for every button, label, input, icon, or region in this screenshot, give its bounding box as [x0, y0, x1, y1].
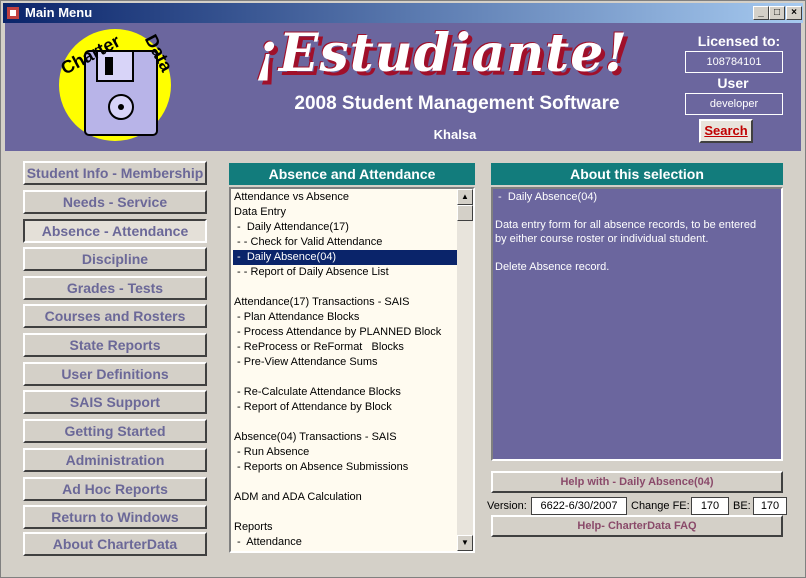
- list-item[interactable]: - - Report of Daily Absence List: [233, 265, 460, 280]
- be-label: BE:: [733, 500, 751, 512]
- version-field: 6622-6/30/2007: [531, 497, 627, 515]
- list-item[interactable]: [233, 475, 460, 490]
- nav-button-8[interactable]: SAIS Support: [23, 390, 207, 414]
- list-item[interactable]: - Reports on Absence Submissions: [233, 460, 460, 475]
- help-with-button[interactable]: Help with - Daily Absence(04): [491, 471, 783, 493]
- nav-button-6[interactable]: State Reports: [23, 333, 207, 357]
- list-item[interactable]: [233, 280, 460, 295]
- scroll-thumb[interactable]: [457, 205, 473, 221]
- list-item[interactable]: Reports: [233, 520, 460, 535]
- list-item[interactable]: - Process Attendance by PLANNED Block: [233, 325, 460, 340]
- main-menu-window: Main Menu _ □ × Charter Data ¡Estudiante…: [0, 0, 806, 578]
- about-panel-title: About this selection: [491, 163, 783, 185]
- about-line: [495, 246, 779, 260]
- maximize-icon: □: [773, 7, 781, 18]
- brand-title: ¡Estudiante!: [255, 23, 629, 84]
- close-button[interactable]: ×: [786, 6, 802, 20]
- list-item[interactable]: - Report of Attendance by Block: [233, 400, 460, 415]
- change-fe-field: 170: [691, 497, 729, 515]
- nav-button-10[interactable]: Administration: [23, 448, 207, 472]
- user-value: developer: [685, 93, 783, 115]
- licensed-value: 108784101: [685, 51, 783, 73]
- be-field: 170: [753, 497, 787, 515]
- listbox-scrollbar[interactable]: ▲ ▼: [457, 189, 473, 551]
- nav-button-2[interactable]: Absence - Attendance: [23, 219, 207, 243]
- about-line: Delete Absence record.: [495, 261, 610, 273]
- list-item[interactable]: - Attendance Exceptions Report: [233, 550, 460, 551]
- chartadata-logo: Charter Data: [57, 29, 177, 141]
- list-item[interactable]: [233, 505, 460, 520]
- list-item[interactable]: - Pre-View Attendance Sums: [233, 355, 460, 370]
- list-item[interactable]: - Daily Absence(04): [233, 250, 460, 265]
- change-fe-label: Change FE:: [631, 500, 690, 512]
- nav-button-5[interactable]: Courses and Rosters: [23, 304, 207, 328]
- nav-button-7[interactable]: User Definitions: [23, 362, 207, 386]
- header-banner: Charter Data ¡Estudiante! 2008 Student M…: [5, 23, 801, 151]
- nav-button-1[interactable]: Needs - Service: [23, 190, 207, 214]
- window-title: Main Menu: [25, 5, 93, 20]
- list-item[interactable]: - Re-Calculate Attendance Blocks: [233, 385, 460, 400]
- arrow-down-icon: ▼: [461, 538, 469, 547]
- about-line: by either course roster or individual st…: [495, 233, 709, 245]
- brand-subtitle: 2008 Student Management Software: [294, 93, 620, 114]
- minimize-button[interactable]: _: [753, 6, 769, 20]
- list-item[interactable]: - Plan Attendance Blocks: [233, 310, 460, 325]
- nav-button-4[interactable]: Grades - Tests: [23, 276, 207, 300]
- list-item[interactable]: - Daily Attendance(17): [233, 220, 460, 235]
- faq-button[interactable]: Help- CharterData FAQ: [491, 515, 783, 537]
- version-label: Version:: [487, 500, 527, 512]
- about-line: [495, 204, 779, 218]
- nav-button-12[interactable]: Return to Windows: [23, 505, 207, 529]
- title-bar[interactable]: Main Menu _ □ ×: [3, 3, 803, 23]
- maximize-button[interactable]: □: [769, 6, 785, 20]
- arrow-up-icon: ▲: [461, 192, 469, 201]
- search-button[interactable]: Search: [699, 119, 753, 143]
- list-item[interactable]: Attendance(17) Transactions - SAIS: [233, 295, 460, 310]
- school-name: Khalsa: [433, 127, 477, 142]
- close-icon: ×: [791, 7, 797, 18]
- list-item[interactable]: [233, 415, 460, 430]
- list-item[interactable]: - Run Absence: [233, 445, 460, 460]
- list-item[interactable]: - - Check for Valid Attendance: [233, 235, 460, 250]
- list-item[interactable]: [233, 370, 460, 385]
- list-item[interactable]: Absence(04) Transactions - SAIS: [233, 430, 460, 445]
- nav-button-11[interactable]: Ad Hoc Reports: [23, 477, 207, 501]
- user-label: User: [717, 75, 749, 91]
- list-item[interactable]: - ReProcess or ReFormat Blocks: [233, 340, 460, 355]
- list-item[interactable]: ADM and ADA Calculation: [233, 490, 460, 505]
- about-line: - Daily Absence(04): [495, 191, 598, 203]
- scroll-down-button[interactable]: ▼: [457, 535, 473, 551]
- nav-button-13[interactable]: About CharterData: [23, 532, 207, 556]
- selection-listbox[interactable]: Attendance vs Absence Data Entry - Daily …: [229, 187, 475, 553]
- about-line: Data entry form for all absence records,…: [495, 219, 757, 231]
- licensed-label: Licensed to:: [697, 33, 781, 49]
- list-panel-title: Absence and Attendance: [229, 163, 475, 185]
- list-item[interactable]: Data Entry: [233, 205, 460, 220]
- nav-button-3[interactable]: Discipline: [23, 247, 207, 271]
- nav-button-0[interactable]: Student Info - Membership: [23, 161, 207, 185]
- about-panel: - Daily Absence(04) Data entry form for a…: [491, 187, 783, 461]
- list-item[interactable]: - Attendance: [233, 535, 460, 550]
- minimize-icon: _: [758, 7, 764, 18]
- list-item[interactable]: Attendance vs Absence: [233, 190, 460, 205]
- nav-button-9[interactable]: Getting Started: [23, 419, 207, 443]
- app-icon: [7, 7, 19, 19]
- scroll-up-button[interactable]: ▲: [457, 189, 473, 205]
